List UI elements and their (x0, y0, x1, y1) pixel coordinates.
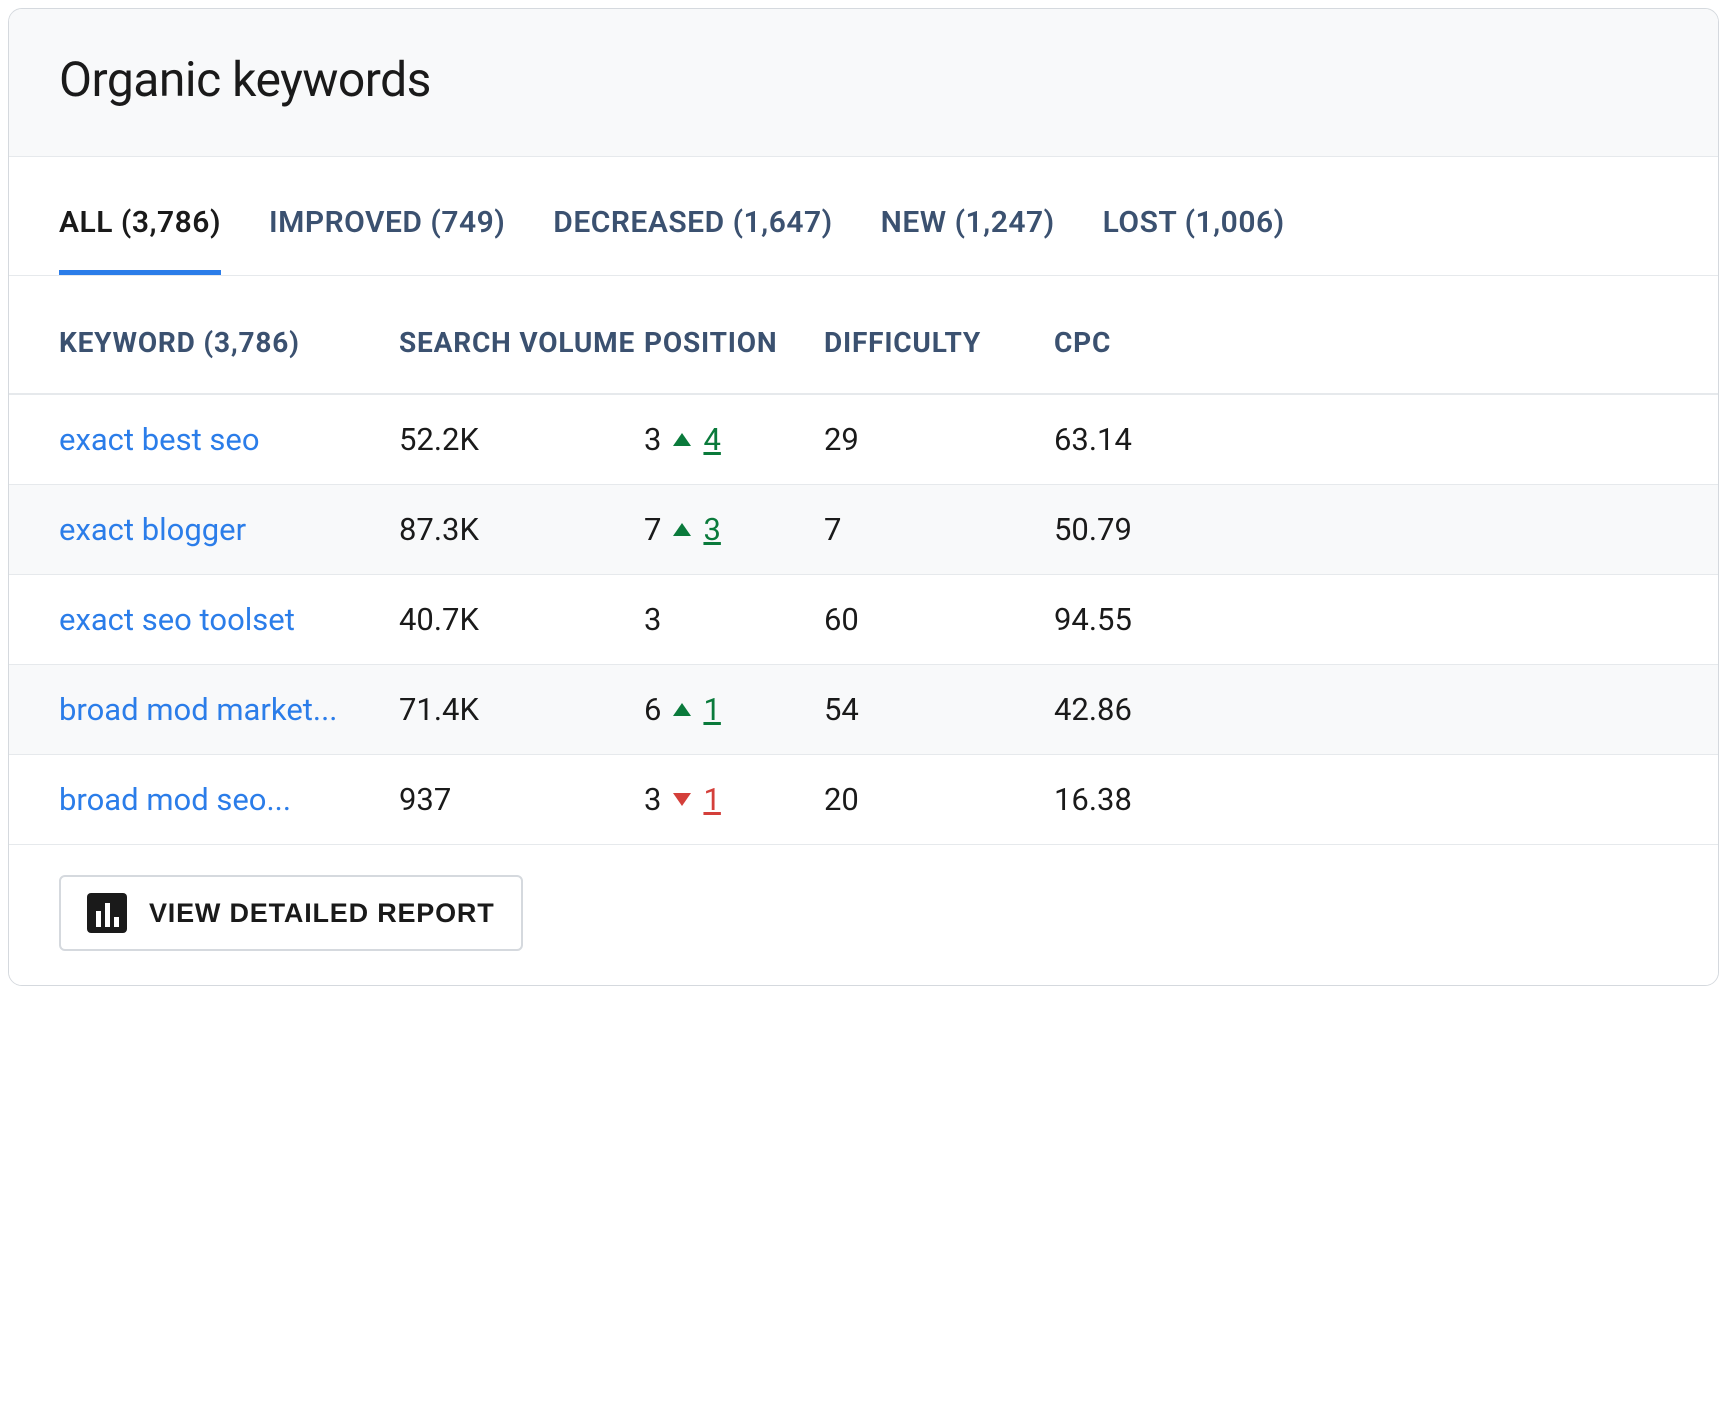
table-header-row: KEYWORD (3,786) SEARCH VOLUME POSITION D… (9, 276, 1718, 395)
tabs-container: ALL (3,786) IMPROVED (749) DECREASED (1,… (9, 157, 1718, 276)
search-volume-value: 87.3K (399, 511, 644, 548)
position-cell: 3 (644, 601, 824, 638)
table-row: exact seo toolset 40.7K 3 60 94.55 (9, 575, 1718, 665)
organic-keywords-card: Organic keywords ALL (3,786) IMPROVED (7… (8, 8, 1719, 986)
difficulty-value: 7 (824, 511, 1054, 548)
position-delta[interactable]: 1 (703, 691, 720, 728)
position-delta[interactable]: 3 (703, 511, 720, 548)
keyword-link[interactable]: exact best seo (59, 421, 399, 458)
report-button-label: VIEW DETAILED REPORT (149, 898, 495, 929)
table-row: exact blogger 87.3K 7 3 7 50.79 (9, 485, 1718, 575)
position-value: 3 (644, 781, 661, 818)
difficulty-value: 20 (824, 781, 1054, 818)
tab-new[interactable]: NEW (1,247) (881, 205, 1055, 275)
search-volume-value: 937 (399, 781, 644, 818)
table-row: broad mod seo... 937 3 1 20 16.38 (9, 755, 1718, 845)
position-value: 3 (644, 421, 661, 458)
position-value: 7 (644, 511, 661, 548)
table-body: exact best seo 52.2K 3 4 29 63.14 exact … (9, 395, 1718, 845)
column-header-keyword[interactable]: KEYWORD (3,786) (59, 326, 399, 359)
position-delta[interactable]: 1 (703, 781, 720, 818)
column-header-difficulty[interactable]: DIFFICULTY (824, 326, 1054, 359)
tab-lost[interactable]: LOST (1,006) (1103, 205, 1285, 275)
difficulty-value: 54 (824, 691, 1054, 728)
search-volume-value: 71.4K (399, 691, 644, 728)
arrow-up-icon (673, 523, 691, 536)
tab-improved[interactable]: IMPROVED (749) (269, 205, 505, 275)
bar-chart-icon (87, 893, 127, 933)
card-footer: VIEW DETAILED REPORT (9, 845, 1718, 985)
page-title: Organic keywords (59, 51, 1668, 108)
keyword-link[interactable]: broad mod market... (59, 691, 399, 728)
cpc-value: 94.55 (1054, 601, 1668, 638)
position-cell: 7 3 (644, 511, 824, 548)
cpc-value: 16.38 (1054, 781, 1668, 818)
cpc-value: 42.86 (1054, 691, 1668, 728)
arrow-up-icon (673, 433, 691, 446)
column-header-search-volume[interactable]: SEARCH VOLUME (399, 326, 644, 359)
column-header-cpc[interactable]: CPC (1054, 326, 1668, 359)
tab-decreased[interactable]: DECREASED (1,647) (553, 205, 832, 275)
column-header-position[interactable]: POSITION (644, 326, 824, 359)
position-value: 6 (644, 691, 661, 728)
position-cell: 3 1 (644, 781, 824, 818)
position-cell: 6 1 (644, 691, 824, 728)
table-row: exact best seo 52.2K 3 4 29 63.14 (9, 395, 1718, 485)
view-detailed-report-button[interactable]: VIEW DETAILED REPORT (59, 875, 523, 951)
arrow-down-icon (673, 793, 691, 806)
difficulty-value: 60 (824, 601, 1054, 638)
table-row: broad mod market... 71.4K 6 1 54 42.86 (9, 665, 1718, 755)
difficulty-value: 29 (824, 421, 1054, 458)
card-header: Organic keywords (9, 9, 1718, 157)
keyword-link[interactable]: broad mod seo... (59, 781, 399, 818)
cpc-value: 63.14 (1054, 421, 1668, 458)
tab-all[interactable]: ALL (3,786) (59, 205, 221, 275)
keyword-link[interactable]: exact blogger (59, 511, 399, 548)
cpc-value: 50.79 (1054, 511, 1668, 548)
position-delta[interactable]: 4 (703, 421, 720, 458)
position-value: 3 (644, 601, 661, 638)
arrow-up-icon (673, 703, 691, 716)
search-volume-value: 52.2K (399, 421, 644, 458)
position-cell: 3 4 (644, 421, 824, 458)
search-volume-value: 40.7K (399, 601, 644, 638)
keyword-link[interactable]: exact seo toolset (59, 601, 399, 638)
